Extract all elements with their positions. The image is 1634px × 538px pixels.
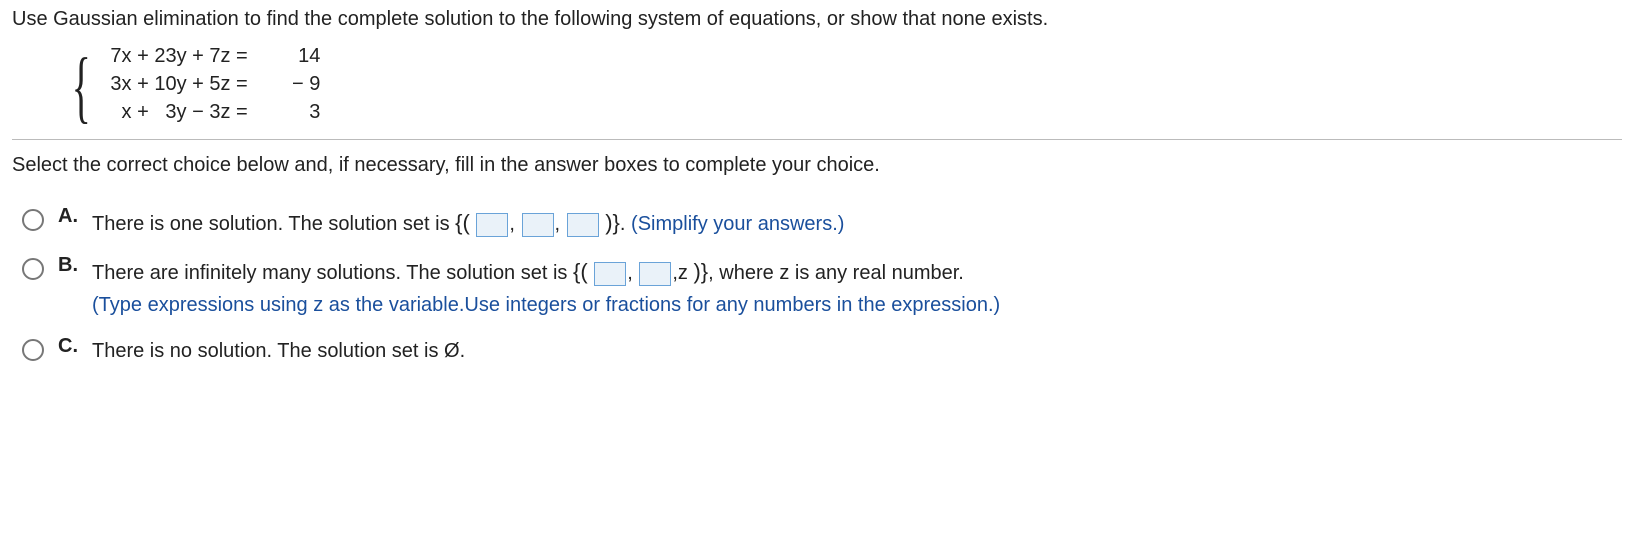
- equation-right: 3: [280, 101, 320, 124]
- choice-a-body: There is one solution. The solution set …: [92, 205, 844, 240]
- equation-system: { 7x + 23y + 7z = 14 3x + 10y + 5z = − 9…: [62, 45, 1622, 129]
- comma: ,: [555, 213, 561, 235]
- comma: ,: [627, 262, 633, 284]
- choice-a-text-before: There is one solution. The solution set …: [92, 213, 455, 235]
- radio-b[interactable]: [22, 258, 44, 280]
- choice-b-body: There are infinitely many solutions. The…: [92, 254, 1000, 321]
- equation-row: 7x + 23y + 7z = 14: [110, 45, 320, 73]
- choice-a: A. There is one solution. The solution s…: [22, 205, 1622, 240]
- set-open: {(: [455, 210, 470, 235]
- answer-input-a1[interactable]: [476, 213, 508, 237]
- radio-c[interactable]: [22, 339, 44, 361]
- choice-a-label: A.: [58, 205, 78, 228]
- set-open: {(: [573, 259, 588, 284]
- equation-row: 3x + 10y + 5z = − 9: [110, 73, 320, 101]
- answer-input-a2[interactable]: [522, 213, 554, 237]
- equation-right: − 9: [280, 73, 320, 96]
- equation-right: 14: [280, 45, 320, 68]
- choice-c: C. There is no solution. The solution se…: [22, 335, 1622, 367]
- radio-a[interactable]: [22, 209, 44, 231]
- choice-b: B. There are infinitely many solutions. …: [22, 254, 1622, 321]
- divider: [12, 139, 1622, 140]
- choice-b-label: B.: [58, 254, 78, 277]
- equation-row: x + 3y − 3z = 3: [110, 101, 320, 129]
- instruction-text: Select the correct choice below and, if …: [12, 154, 1622, 177]
- choice-a-text-after: .: [620, 213, 631, 235]
- choice-c-text: There is no solution. The solution set i…: [92, 340, 465, 362]
- choice-b-text-after: , where z is any real number.: [708, 262, 964, 284]
- choice-b-text-before: There are infinitely many solutions. The…: [92, 262, 573, 284]
- equation-left: 3x + 10y + 5z =: [110, 73, 280, 96]
- answer-input-b1[interactable]: [594, 262, 626, 286]
- system-brace: {: [72, 47, 91, 127]
- equation-left: 7x + 23y + 7z =: [110, 45, 280, 68]
- answer-input-a3[interactable]: [567, 213, 599, 237]
- z-part: ,z: [672, 262, 688, 284]
- choice-c-label: C.: [58, 335, 78, 358]
- question-text: Use Gaussian elimination to find the com…: [12, 8, 1622, 31]
- set-close: )}: [693, 259, 708, 284]
- set-close: )}: [605, 210, 620, 235]
- answer-input-b2[interactable]: [639, 262, 671, 286]
- comma: ,: [509, 213, 515, 235]
- choice-c-body: There is no solution. The solution set i…: [92, 335, 465, 367]
- equation-left: x + 3y − 3z =: [110, 101, 280, 124]
- choice-b-hint: (Type expressions using z as the variabl…: [92, 294, 1000, 316]
- choice-a-hint: (Simplify your answers.): [631, 213, 844, 235]
